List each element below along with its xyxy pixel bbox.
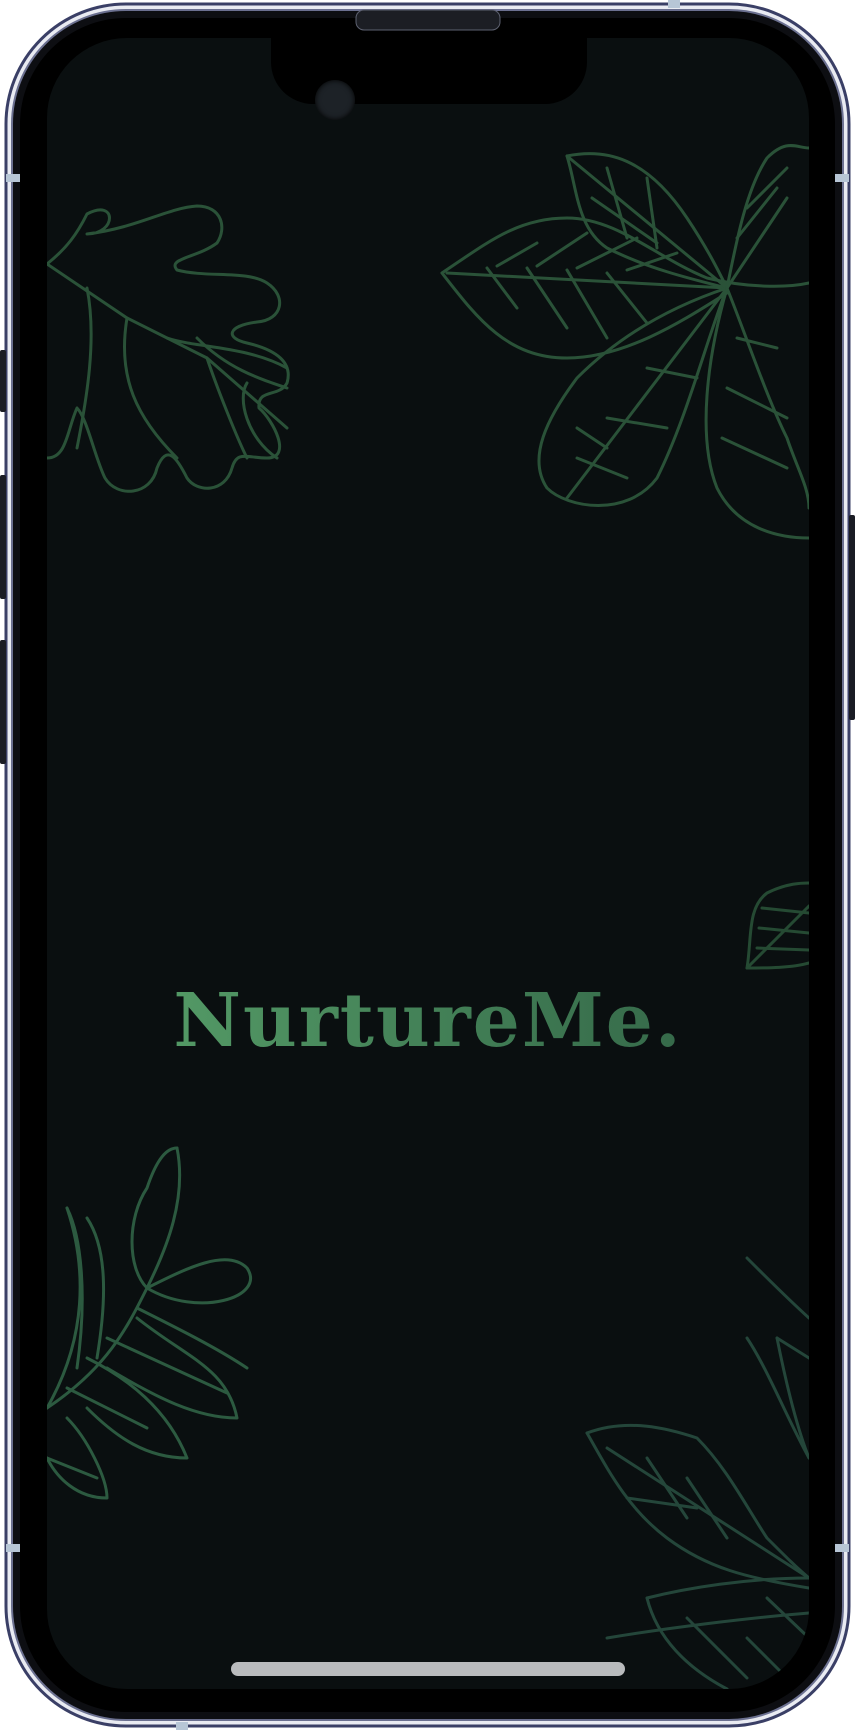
front-camera-icon [315,80,355,120]
leaf-icon-top-left [47,204,290,493]
leaf-icon-middle-right [745,881,809,970]
leaf-icon-bottom-right [585,1256,809,1689]
splash-screen: NurtureMe. [47,38,809,1689]
leaf-icon-top-right [440,144,809,540]
leaf-icon-bottom-left [47,1146,252,1500]
home-indicator[interactable] [231,1662,625,1676]
leaf-background [47,144,809,1689]
app-logo-wordmark: NurtureMe. [47,978,809,1064]
phone-frame: NurtureMe. [0,0,855,1730]
